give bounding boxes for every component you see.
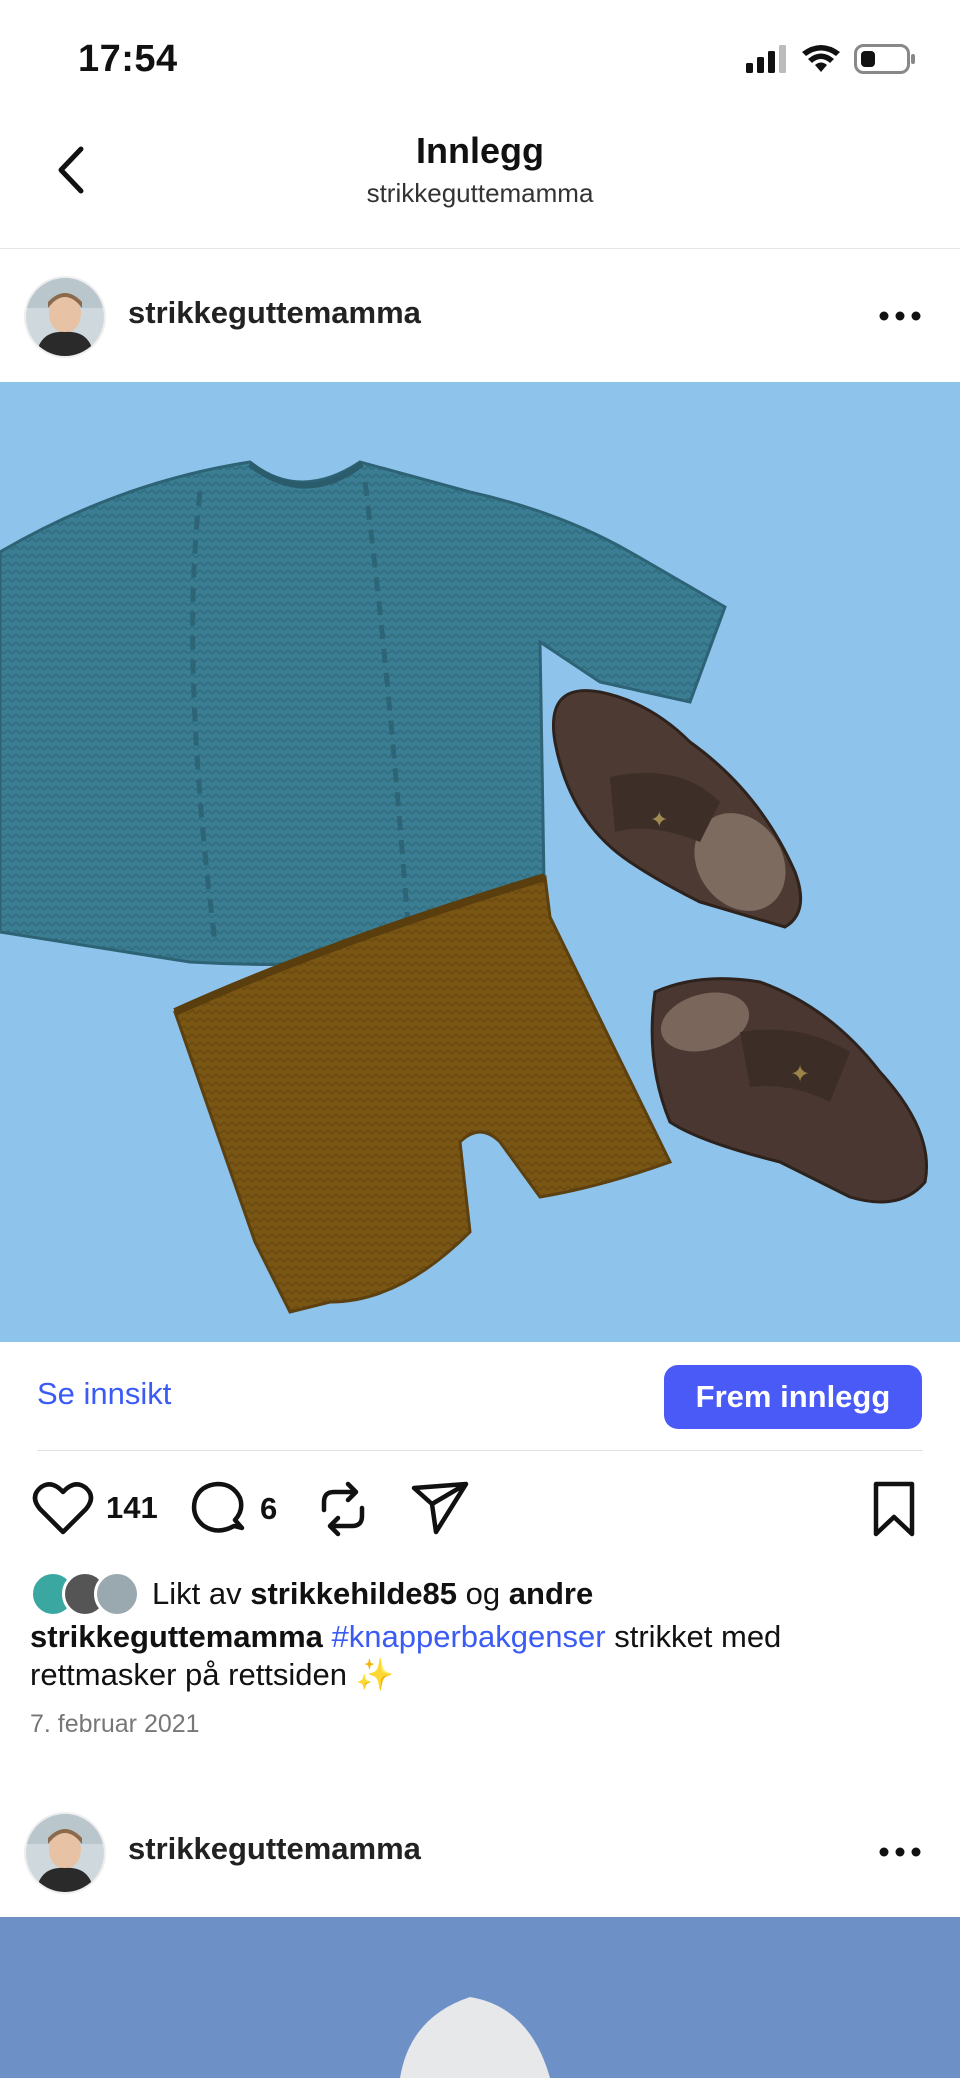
caption-hashtag[interactable]: #knapperbakgenser — [332, 1619, 606, 1654]
action-bar: 141 6 — [0, 1470, 960, 1550]
insights-link[interactable]: Se innsikt — [37, 1376, 171, 1412]
comment-icon — [191, 1481, 245, 1533]
next-post-image[interactable] — [0, 1917, 960, 2078]
caption-username[interactable]: strikkeguttemamma — [30, 1619, 323, 1654]
nav-bar: Innlegg strikkeguttemamma — [0, 120, 960, 249]
more-options-button[interactable] — [870, 1822, 930, 1882]
insights-row: Se innsikt Frem innlegg — [0, 1342, 960, 1450]
liked-by-others[interactable]: andre — [509, 1576, 593, 1612]
battery-icon — [854, 44, 915, 74]
like-button[interactable]: 141 — [32, 1480, 158, 1536]
post-date: 7. februar 2021 — [30, 1710, 200, 1738]
avatar[interactable] — [26, 278, 104, 356]
page-subtitle[interactable]: strikkeguttemamma — [0, 178, 960, 209]
next-post-header: strikkeguttemamma — [0, 1786, 960, 1918]
more-horizontal-icon — [879, 311, 921, 321]
repost-icon — [321, 1481, 365, 1537]
status-time: 17:54 — [78, 38, 178, 80]
knitwear-illustration: ✦ ✦ — [0, 382, 960, 1342]
status-bar: 17:54 — [0, 0, 960, 120]
send-icon — [411, 1481, 469, 1535]
liked-by-row[interactable]: Likt av strikkehilde85 og andre — [30, 1570, 593, 1618]
more-options-button[interactable] — [870, 286, 930, 346]
bookmark-icon — [873, 1481, 915, 1537]
comment-count: 6 — [260, 1491, 278, 1526]
signal-icon — [746, 45, 786, 73]
save-button[interactable] — [870, 1480, 918, 1538]
liked-by-prefix: Likt av — [152, 1576, 242, 1611]
avatar — [94, 1571, 140, 1617]
post-header: strikkeguttemamma — [0, 250, 960, 382]
post-caption: strikkeguttemamma #knapperbakgenser stri… — [30, 1618, 910, 1694]
post-username[interactable]: strikkeguttemamma — [128, 295, 421, 331]
liked-by-avatars — [30, 1571, 140, 1617]
like-count: 141 — [106, 1490, 158, 1525]
repost-button[interactable] — [318, 1480, 368, 1538]
post-image[interactable]: ✦ ✦ — [0, 382, 960, 1342]
heart-icon — [32, 1482, 94, 1535]
page-title: Innlegg — [416, 130, 544, 171]
system-icons — [746, 44, 916, 74]
divider — [37, 1450, 923, 1451]
promote-button[interactable]: Frem innlegg — [664, 1365, 922, 1429]
svg-text:✦: ✦ — [790, 1060, 810, 1088]
liked-by-joiner: og — [465, 1576, 501, 1611]
avatar[interactable] — [26, 1814, 104, 1892]
more-horizontal-icon — [879, 1847, 921, 1857]
comment-button[interactable]: 6 — [190, 1480, 277, 1538]
wifi-icon — [802, 45, 840, 72]
next-post-username[interactable]: strikkeguttemamma — [128, 1831, 421, 1867]
share-button[interactable] — [410, 1480, 470, 1536]
svg-text:✦: ✦ — [650, 808, 668, 833]
liked-by-user[interactable]: strikkehilde85 — [250, 1576, 457, 1612]
